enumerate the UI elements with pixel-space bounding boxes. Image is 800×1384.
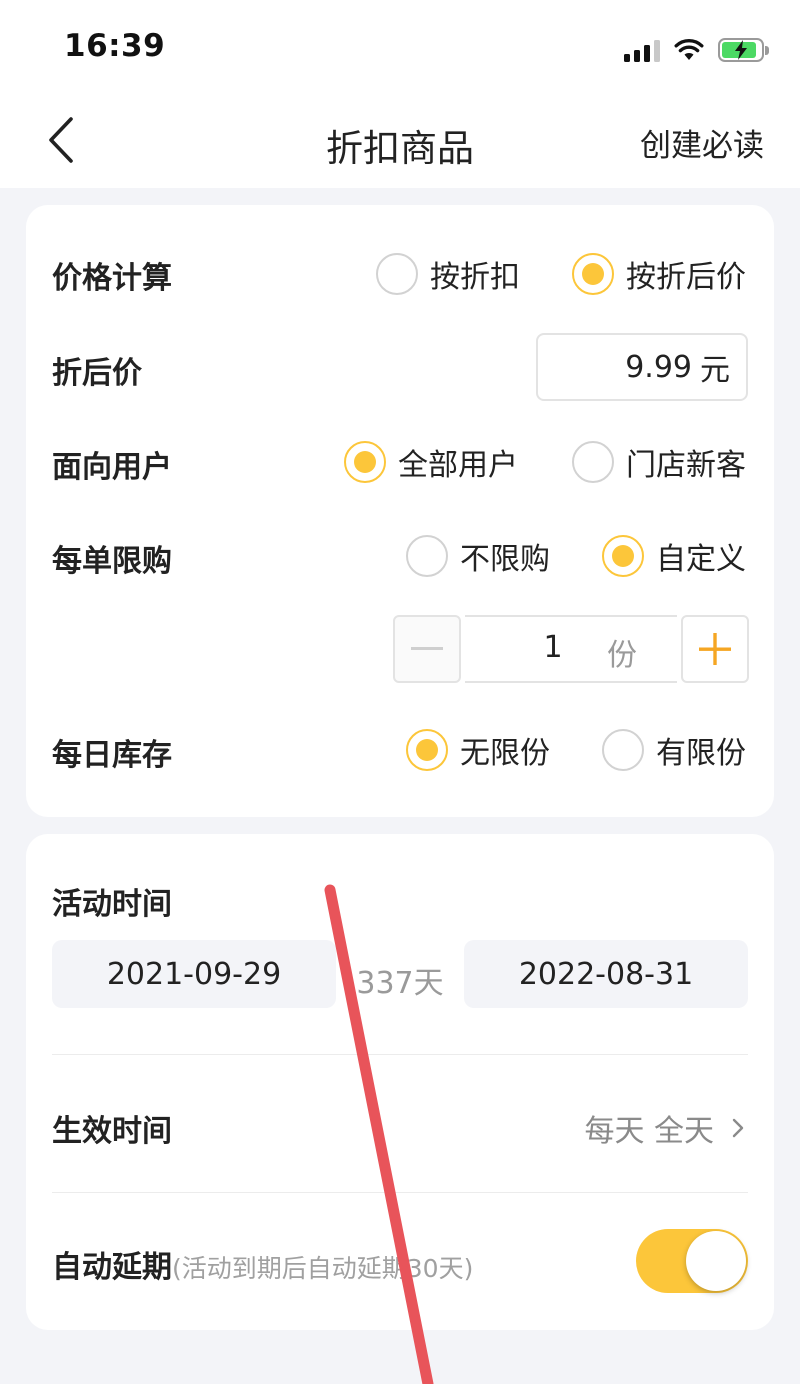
auto-extend-toggle[interactable] bbox=[636, 1229, 748, 1293]
effective-time-value: 每天 全天 bbox=[584, 1114, 714, 1149]
creation-guide-link[interactable]: 创建必读 bbox=[640, 120, 764, 165]
target-new-customers-option[interactable]: 门店新客 bbox=[572, 440, 746, 484]
target-users-label: 面向用户 bbox=[52, 450, 172, 485]
currency-unit: 元 bbox=[700, 353, 730, 388]
minus-icon bbox=[411, 647, 443, 650]
quantity-input[interactable]: 1 份 bbox=[465, 615, 677, 683]
wifi-icon bbox=[674, 38, 704, 60]
top-bar: 16:39 折扣商品 创建必读 bbox=[0, 0, 800, 188]
discount-settings-card: 价格计算 按折扣 按折后价 折后价 9.99 元 面向用户 全部用户 门店新客 … bbox=[26, 205, 774, 817]
daily-stock-unlimited-option[interactable]: 无限份 bbox=[406, 728, 550, 772]
chevron-right-icon bbox=[732, 1118, 744, 1138]
discount-price-value: 9.99 bbox=[625, 349, 692, 385]
quantity-stepper: 1 份 bbox=[393, 615, 749, 683]
effective-time-label: 生效时间 bbox=[52, 1114, 172, 1149]
start-date-picker[interactable]: 2021-09-29 bbox=[52, 940, 336, 1008]
auto-extend-label: 自动延期(活动到期后自动延期30天) bbox=[52, 1242, 473, 1286]
discount-price-input[interactable]: 9.99 元 bbox=[536, 333, 748, 401]
order-limit-unlimited-option[interactable]: 不限购 bbox=[406, 534, 550, 578]
radio-selected-icon bbox=[602, 535, 644, 577]
option-label: 有限份 bbox=[656, 736, 746, 771]
radio-selected-icon bbox=[344, 441, 386, 483]
increment-button[interactable] bbox=[681, 615, 749, 683]
price-calc-label: 价格计算 bbox=[52, 261, 172, 296]
radio-icon bbox=[406, 535, 448, 577]
auto-extend-title: 自动延期 bbox=[52, 1250, 172, 1285]
option-label: 门店新客 bbox=[626, 448, 746, 483]
option-label: 全部用户 bbox=[398, 448, 518, 483]
status-icons bbox=[624, 34, 769, 66]
radio-selected-icon bbox=[406, 729, 448, 771]
quantity-unit: 份 bbox=[607, 638, 637, 673]
status-time: 16:39 bbox=[64, 28, 166, 64]
toggle-knob bbox=[686, 1231, 746, 1291]
divider bbox=[52, 1192, 748, 1193]
battery-charging-icon bbox=[718, 38, 769, 62]
option-label: 按折扣 bbox=[430, 260, 520, 295]
radio-icon bbox=[376, 253, 418, 295]
activity-time-label: 活动时间 bbox=[52, 887, 172, 922]
plus-icon bbox=[699, 633, 731, 665]
option-label: 自定义 bbox=[656, 542, 746, 577]
daily-stock-label: 每日库存 bbox=[52, 738, 172, 773]
discount-price-label: 折后价 bbox=[52, 356, 142, 391]
radio-icon bbox=[572, 441, 614, 483]
divider bbox=[52, 1054, 748, 1055]
price-calc-by-discount-option[interactable]: 按折扣 bbox=[376, 252, 520, 296]
price-calc-by-final-price-option[interactable]: 按折后价 bbox=[572, 252, 746, 296]
end-date-picker[interactable]: 2022-08-31 bbox=[464, 940, 748, 1008]
option-label: 无限份 bbox=[460, 736, 550, 771]
cellular-signal-icon bbox=[624, 38, 660, 62]
effective-time-selector[interactable]: 每天 全天 bbox=[584, 1106, 744, 1150]
daily-stock-limited-option[interactable]: 有限份 bbox=[602, 728, 746, 772]
activity-time-card: 活动时间 2021-09-29 337天 2022-08-31 生效时间 每天 … bbox=[26, 834, 774, 1330]
decrement-button[interactable] bbox=[393, 615, 461, 683]
radio-selected-icon bbox=[572, 253, 614, 295]
option-label: 不限购 bbox=[460, 542, 550, 577]
option-label: 按折后价 bbox=[626, 260, 746, 295]
duration-days: 337天 bbox=[356, 966, 444, 1001]
auto-extend-hint: (活动到期后自动延期30天) bbox=[172, 1254, 474, 1283]
target-all-users-option[interactable]: 全部用户 bbox=[344, 440, 518, 484]
order-limit-label: 每单限购 bbox=[52, 544, 172, 579]
order-limit-custom-option[interactable]: 自定义 bbox=[602, 534, 746, 578]
quantity-value: 1 bbox=[543, 630, 563, 665]
radio-icon bbox=[602, 729, 644, 771]
